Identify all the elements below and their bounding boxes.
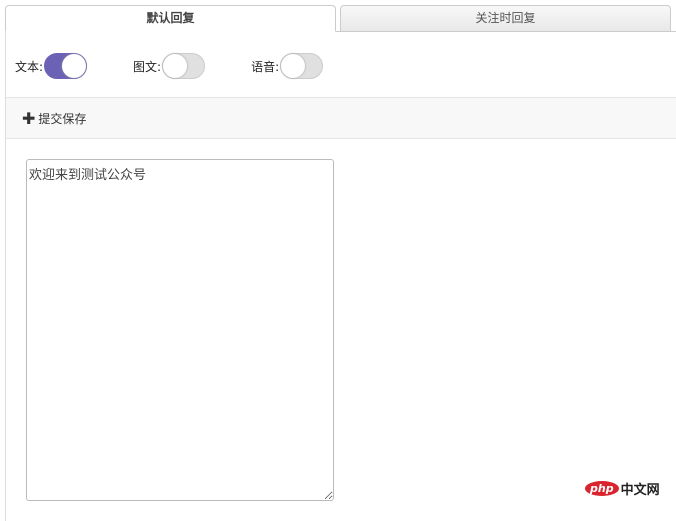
switch-knob <box>281 54 306 78</box>
reply-type-toggles: 文本: 图文: 语音: <box>15 53 369 79</box>
switch-knob <box>163 54 188 78</box>
submit-save-button[interactable]: ✚ 提交保存 <box>22 109 86 128</box>
reply-text-input[interactable]: 欢迎来到测试公众号 <box>26 159 334 501</box>
php-cn-watermark: php 中文网 <box>585 479 660 498</box>
save-label: 提交保存 <box>38 111 87 126</box>
toggle-label: 语音: <box>251 59 280 74</box>
tab-follow-reply[interactable]: 关注时回复 <box>340 5 671 32</box>
toggle-news: 图文: <box>133 53 206 79</box>
toggle-voice: 语音: <box>251 53 324 79</box>
voice-switch[interactable] <box>280 53 324 79</box>
plus-icon: ✚ <box>22 108 36 128</box>
toggle-label: 文本: <box>15 59 44 74</box>
php-logo: php <box>585 481 619 496</box>
toolbar: ✚ 提交保存 <box>6 97 676 139</box>
tab-default-reply[interactable]: 默认回复 <box>5 5 336 32</box>
tab-divider <box>336 31 676 32</box>
text-switch[interactable] <box>44 53 88 79</box>
watermark-text: 中文网 <box>620 483 660 498</box>
switch-knob <box>62 54 87 78</box>
toggle-label: 图文: <box>133 59 162 74</box>
news-switch[interactable] <box>162 53 206 79</box>
toggle-text: 文本: <box>15 53 88 79</box>
